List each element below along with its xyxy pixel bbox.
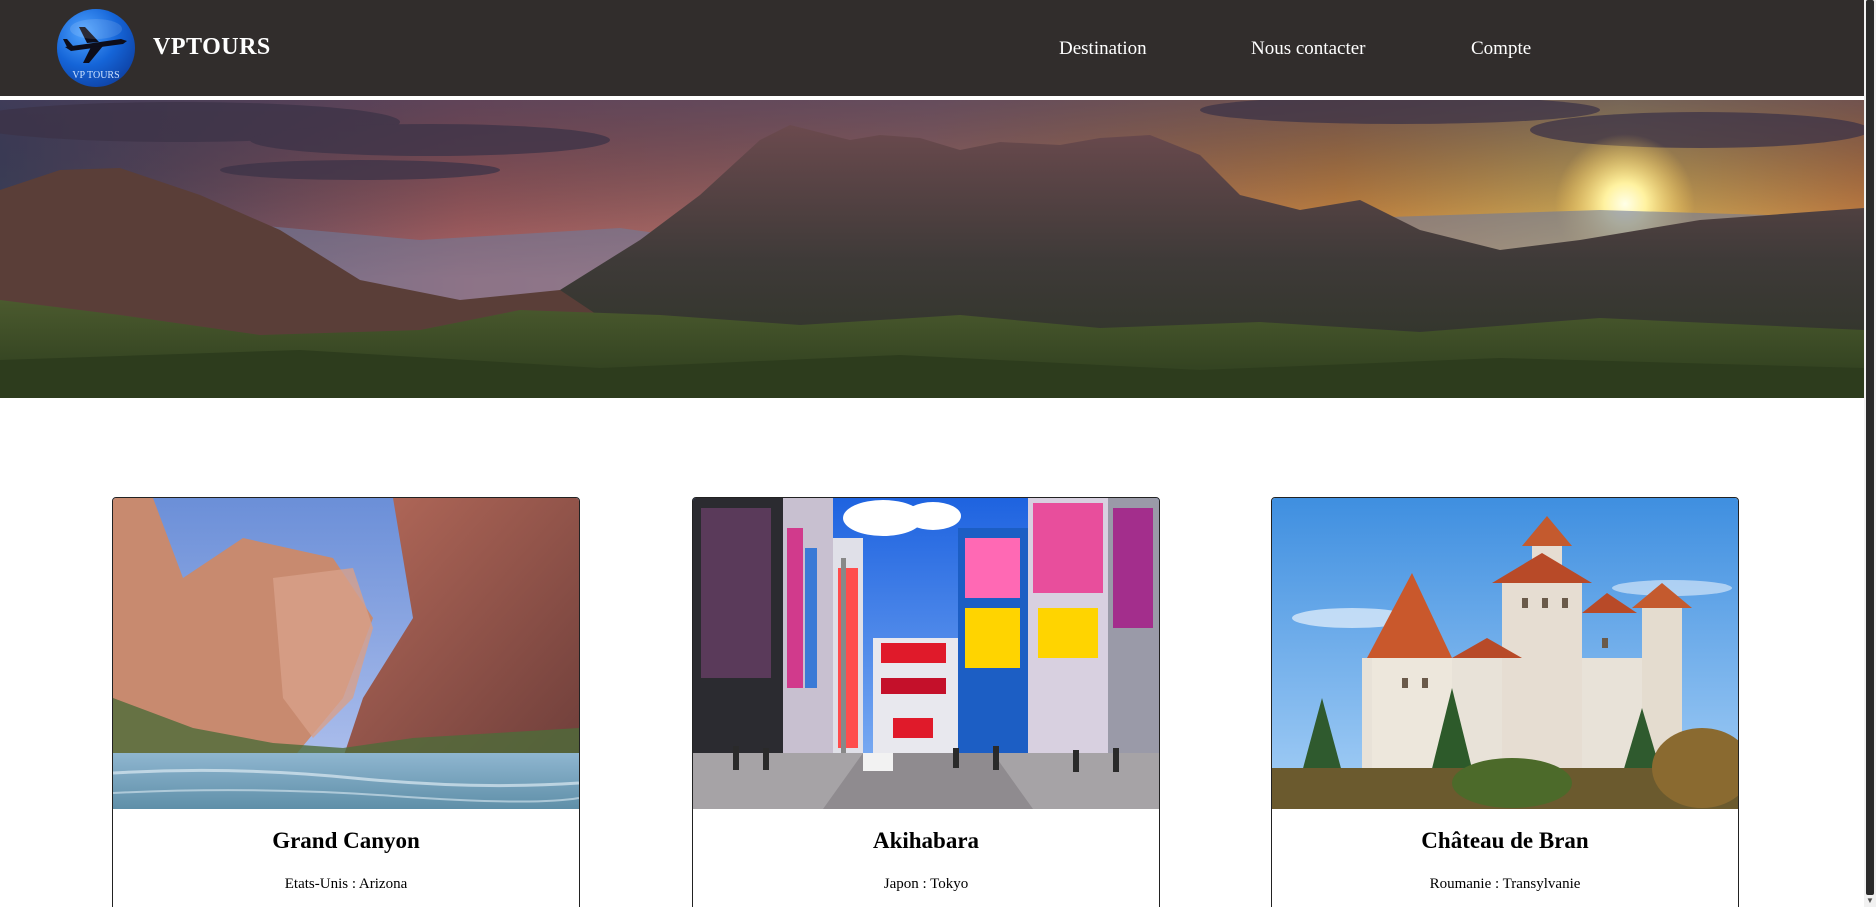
card-subtitle: Roumanie : Transylvanie (1429, 876, 1581, 892)
brand-name[interactable]: VPTOURS (153, 34, 271, 61)
page-scrollbar[interactable]: ▼ (1864, 0, 1876, 907)
scroll-down-arrow-icon[interactable]: ▼ (1864, 895, 1876, 907)
card-image-chateau-de-bran (1272, 498, 1738, 809)
card-title: Château de Bran (1421, 828, 1589, 853)
card-title: Grand Canyon (272, 828, 420, 853)
nav-link-account[interactable]: Compte (1471, 38, 1531, 60)
card-subtitle: Japon : Tokyo (883, 876, 969, 892)
mountain-sunset-image (0, 100, 1864, 398)
destination-card-grand-canyon[interactable]: Grand Canyon Etats-Unis : Arizona (112, 497, 580, 907)
nav-link-contact[interactable]: Nous contacter (1251, 38, 1365, 60)
card-subtitle: Etats-Unis : Arizona (284, 876, 408, 892)
card-image-grand-canyon (113, 498, 579, 809)
site-header: VP TOURS VPTOURS Destination Nous contac… (0, 0, 1864, 100)
page: VP TOURS VPTOURS Destination Nous contac… (0, 0, 1876, 907)
destination-card-chateau-de-bran[interactable]: Château de Bran Roumanie : Transylvanie (1271, 497, 1739, 907)
card-image-akihabara (693, 498, 1159, 809)
scrollbar-thumb[interactable] (1866, 0, 1874, 895)
logo-text: VP TOURS (72, 70, 120, 81)
nav-link-destination[interactable]: Destination (1059, 38, 1147, 60)
logo-icon[interactable]: VP TOURS (57, 9, 135, 87)
hero-banner (0, 100, 1864, 398)
card-title: Akihabara (872, 828, 980, 853)
destination-card-akihabara[interactable]: Akihabara Japon : Tokyo (692, 497, 1160, 907)
